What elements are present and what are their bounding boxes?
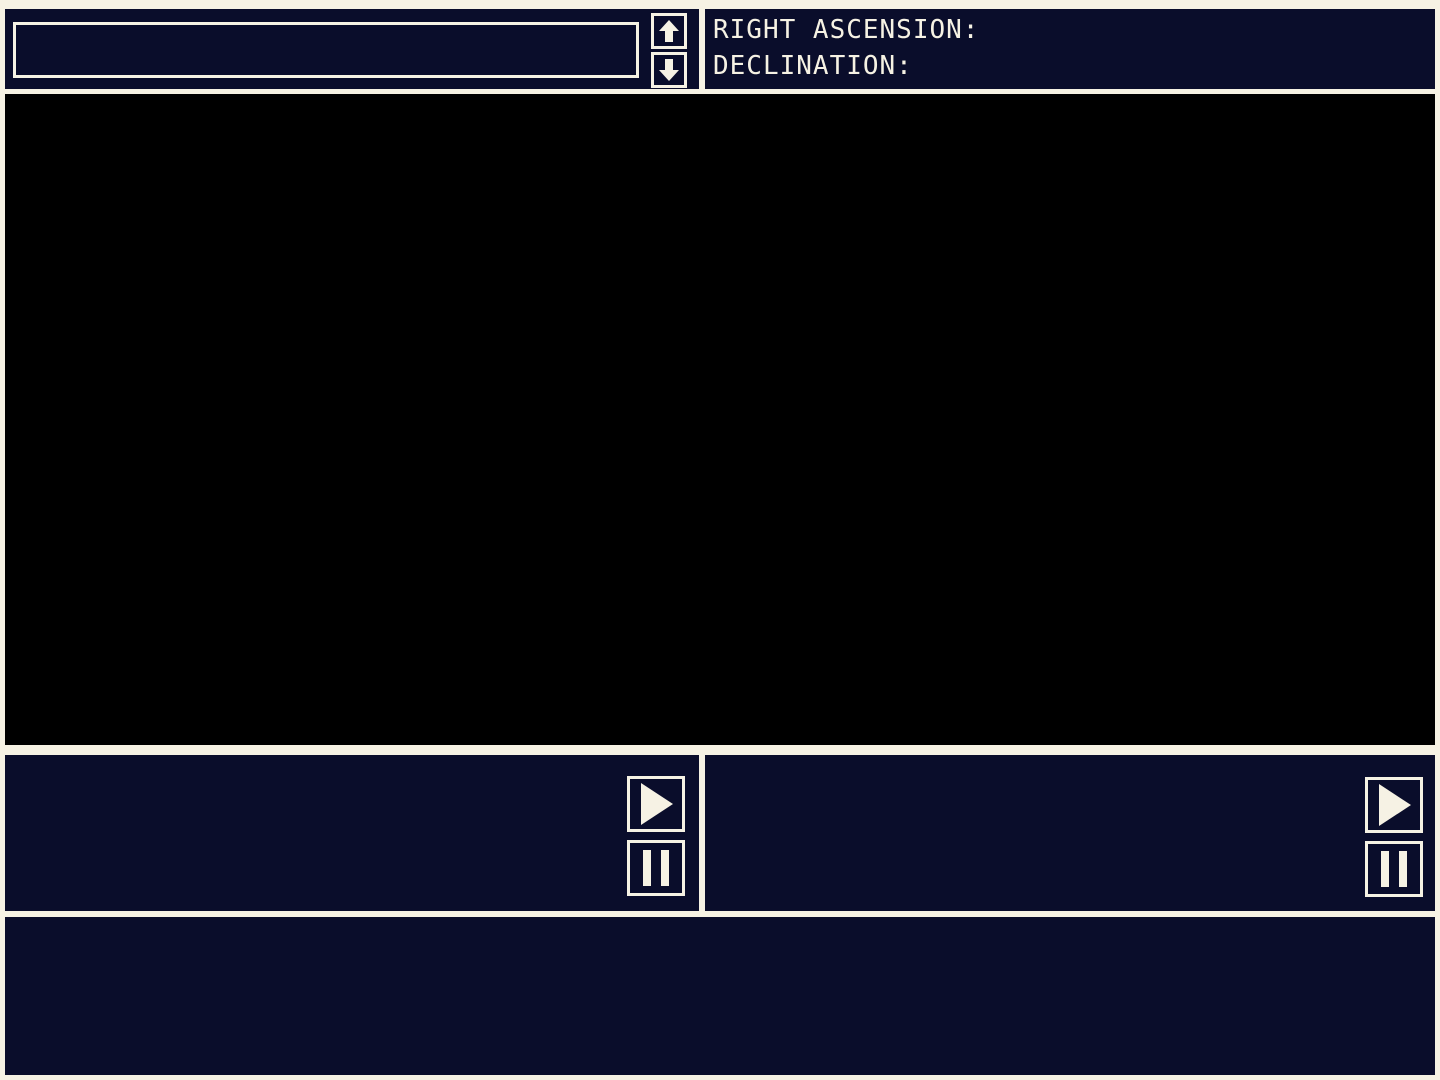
play-icon [641, 783, 673, 825]
declination-label: DECLINATION: [713, 51, 913, 81]
info-panel [5, 917, 1435, 1075]
pause-icon [643, 850, 669, 886]
coordinates-panel: RIGHT ASCENSION: DECLINATION: [705, 9, 1435, 89]
right-ascension-row: RIGHT ASCENSION: [713, 15, 996, 45]
arrow-up-icon [659, 20, 679, 42]
pause-button-right[interactable] [1365, 841, 1423, 897]
target-search-input[interactable] [13, 22, 639, 78]
telescope-console: RIGHT ASCENSION: DECLINATION: [0, 0, 1440, 1080]
play-button-left[interactable] [627, 776, 685, 832]
pause-button-left[interactable] [627, 840, 685, 896]
sky-viewport[interactable] [5, 94, 1435, 745]
scroll-up-button[interactable] [651, 13, 687, 49]
pause-icon [1381, 851, 1407, 887]
play-button-right[interactable] [1365, 777, 1423, 833]
right-ascension-label: RIGHT ASCENSION: [713, 15, 980, 45]
scroll-down-button[interactable] [651, 52, 687, 88]
target-panel [5, 9, 699, 89]
left-control-panel [5, 755, 699, 911]
right-control-panel [705, 755, 1435, 911]
play-icon [1379, 784, 1411, 826]
arrow-down-icon [659, 59, 679, 81]
declination-row: DECLINATION: [713, 51, 930, 81]
